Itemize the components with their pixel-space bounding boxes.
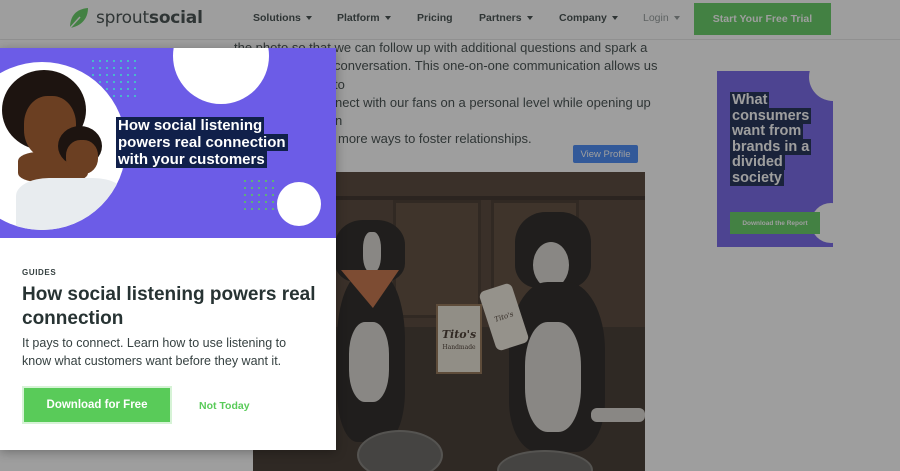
download-for-free-button[interactable]: Download for Free <box>22 386 172 424</box>
child-face <box>66 140 98 174</box>
guide-modal: How social listening powers real connect… <box>0 48 336 450</box>
modal-body: GUIDES How social listening powers real … <box>22 268 322 370</box>
banner-heading: How social listening powers real connect… <box>116 117 288 168</box>
modal-description: It pays to connect. Learn how to use lis… <box>22 336 287 368</box>
shirt <box>16 178 126 230</box>
banner-decor-circle <box>173 48 269 104</box>
banner-decor-circle <box>277 182 321 226</box>
not-today-button[interactable]: Not Today <box>199 400 250 412</box>
guides-kicker: GUIDES <box>22 268 57 277</box>
modal-banner: How social listening powers real connect… <box>0 48 336 238</box>
dot-pattern <box>244 180 274 210</box>
modal-title: How social listening powers real connect… <box>22 284 316 329</box>
